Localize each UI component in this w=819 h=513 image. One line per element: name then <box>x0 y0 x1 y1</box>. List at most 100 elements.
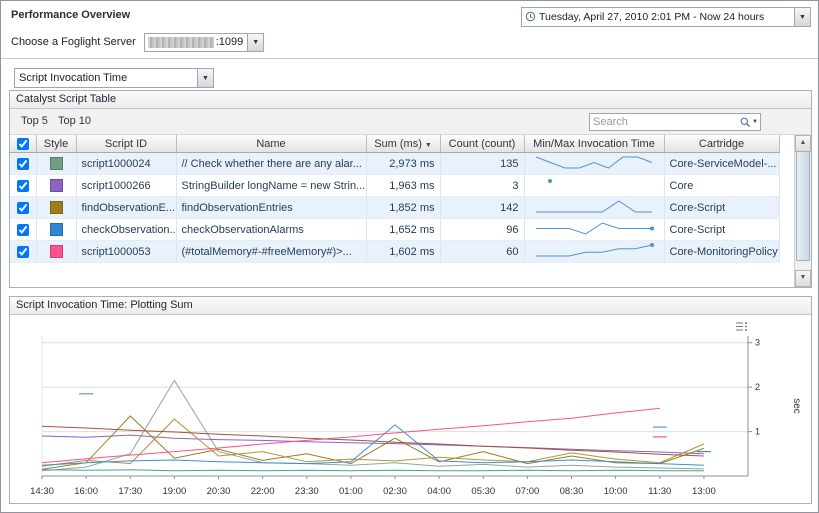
select-all-checkbox[interactable] <box>17 138 29 150</box>
script-id-cell[interactable]: script1000053 <box>76 241 176 263</box>
svg-text:08:30: 08:30 <box>560 486 584 497</box>
svg-text:14:30: 14:30 <box>30 486 54 497</box>
svg-text:10:00: 10:00 <box>604 486 628 497</box>
page-title: Performance Overview <box>11 9 130 21</box>
select-all-header[interactable] <box>10 135 36 153</box>
script-name-cell: (#totalMemory#-#freeMemory#)>... <box>176 241 366 263</box>
search-box: ▼ <box>589 113 761 131</box>
server-picker-row: Choose a Foglight Server :1099 ▼ <box>11 33 264 51</box>
table-row[interactable]: script1000024 // Check whether there are… <box>10 153 779 175</box>
count-cell: 60 <box>440 241 524 263</box>
search-icon[interactable] <box>738 117 752 128</box>
time-range-clock-icon <box>522 8 539 27</box>
script-name-cell: // Check whether there are any alar... <box>176 153 366 175</box>
svg-text:13:00: 13:00 <box>692 486 716 497</box>
sort-desc-icon: ▼ <box>425 142 432 149</box>
table-panel-title: Catalyst Script Table <box>10 91 811 109</box>
svg-text:2: 2 <box>755 382 760 392</box>
col-script-id[interactable]: Script ID <box>76 135 176 153</box>
main-chart: 123sec14:3016:0017:3019:0020:3022:0023:3… <box>28 328 800 500</box>
table-row[interactable]: script1000266 StringBuilder longName = n… <box>10 175 779 197</box>
sum-cell: 1,963 ms <box>366 175 440 197</box>
script-id-cell[interactable]: script1000266 <box>76 175 176 197</box>
style-swatch <box>50 245 63 258</box>
sum-cell: 1,602 ms <box>366 241 440 263</box>
col-style[interactable]: Style <box>36 135 76 153</box>
time-range-selector[interactable]: Tuesday, April 27, 2010 2:01 PM - Now 24… <box>521 7 811 27</box>
scroll-down-button[interactable]: ▼ <box>795 270 811 287</box>
col-minmax[interactable]: Min/Max Invocation Time <box>524 135 664 153</box>
count-cell: 3 <box>440 175 524 197</box>
svg-text:11:30: 11:30 <box>648 486 671 497</box>
server-name-redacted <box>148 37 214 48</box>
svg-text:17:30: 17:30 <box>118 486 142 497</box>
row-checkbox[interactable] <box>17 158 29 170</box>
header-divider <box>1 58 818 59</box>
svg-text:04:00: 04:00 <box>427 486 451 497</box>
metric-dropdown-arrow[interactable]: ▼ <box>197 69 213 87</box>
cartridge-cell: Core <box>664 175 779 197</box>
row-checkbox[interactable] <box>17 180 29 192</box>
minmax-sparkline <box>530 153 658 171</box>
script-name-cell: StringBuilder longName = new Strin... <box>176 175 366 197</box>
sum-cell: 1,652 ms <box>366 219 440 241</box>
col-sum[interactable]: Sum (ms)▼ <box>366 135 440 153</box>
cartridge-cell: Core-Script <box>664 197 779 219</box>
plotting-sum-panel: Script Invocation Time: Plotting Sum 1 2 3… <box>9 296 812 504</box>
scroll-up-button[interactable]: ▲ <box>795 135 811 152</box>
chart-panel-title: Script Invocation Time: Plotting Sum <box>10 297 811 315</box>
scrollbar-thumb[interactable] <box>796 151 810 261</box>
script-name-cell: findObservationEntries <box>176 197 366 219</box>
svg-text:16:00: 16:00 <box>74 486 98 497</box>
search-input[interactable] <box>590 116 738 128</box>
count-cell: 142 <box>440 197 524 219</box>
table-toolbar: Top 5 Top 10 ▼ <box>10 109 811 135</box>
col-name[interactable]: Name <box>176 135 366 153</box>
script-id-cell[interactable]: findObservationE... <box>76 197 176 219</box>
table-row[interactable]: script1000053 (#totalMemory#-#freeMemory… <box>10 241 779 263</box>
script-name-cell: checkObservationAlarms <box>176 219 366 241</box>
table-scrollbar[interactable]: ▲ ▼ <box>794 135 811 287</box>
svg-text:20:30: 20:30 <box>207 486 231 497</box>
minmax-sparkline <box>530 219 658 237</box>
cartridge-cell: Core-ServiceModel-... <box>664 153 779 175</box>
metric-dropdown[interactable]: Script Invocation Time ▼ <box>14 68 214 88</box>
style-swatch <box>50 201 63 214</box>
minmax-sparkline <box>530 175 658 193</box>
script-table: Style Script ID Name Sum (ms)▼ Count (co… <box>10 135 780 263</box>
top5-link[interactable]: Top 5 <box>21 115 48 127</box>
svg-text:1: 1 <box>755 427 760 437</box>
count-cell: 135 <box>440 153 524 175</box>
sum-cell: 1,852 ms <box>366 197 440 219</box>
table-header-row: Style Script ID Name Sum (ms)▼ Count (co… <box>10 135 779 153</box>
table-row[interactable]: checkObservation... checkObservationAlar… <box>10 219 779 241</box>
top10-link[interactable]: Top 10 <box>58 115 91 127</box>
row-checkbox[interactable] <box>17 246 29 258</box>
row-checkbox[interactable] <box>17 224 29 236</box>
performance-overview-page: Performance Overview Tuesday, April 27, … <box>0 0 819 513</box>
server-picker-label: Choose a Foglight Server <box>11 36 136 48</box>
count-cell: 96 <box>440 219 524 241</box>
metric-dropdown-value: Script Invocation Time <box>15 72 197 84</box>
script-id-cell[interactable]: script1000024 <box>76 153 176 175</box>
server-combobox[interactable]: :1099 ▼ <box>144 33 265 52</box>
minmax-sparkline <box>530 241 658 259</box>
search-options-arrow[interactable]: ▼ <box>752 119 764 125</box>
svg-text:02:30: 02:30 <box>383 486 407 497</box>
style-swatch <box>50 179 63 192</box>
svg-text:3: 3 <box>755 338 760 348</box>
row-checkbox[interactable] <box>17 202 29 214</box>
style-swatch <box>50 157 63 170</box>
minmax-sparkline <box>530 197 658 215</box>
col-cartridge[interactable]: Cartridge <box>664 135 779 153</box>
server-port-text: :1099 <box>216 36 248 48</box>
table-row[interactable]: findObservationE... findObservationEntri… <box>10 197 779 219</box>
server-dropdown-arrow[interactable]: ▼ <box>247 34 263 51</box>
svg-text:05:30: 05:30 <box>471 486 495 497</box>
col-count[interactable]: Count (count) <box>440 135 524 153</box>
svg-text:sec: sec <box>791 398 800 414</box>
svg-text:22:00: 22:00 <box>251 486 275 497</box>
time-range-dropdown-arrow[interactable]: ▼ <box>794 8 810 26</box>
chart-area: 123sec14:3016:0017:3019:0020:3022:0023:3… <box>10 315 811 502</box>
script-id-cell[interactable]: checkObservation... <box>76 219 176 241</box>
